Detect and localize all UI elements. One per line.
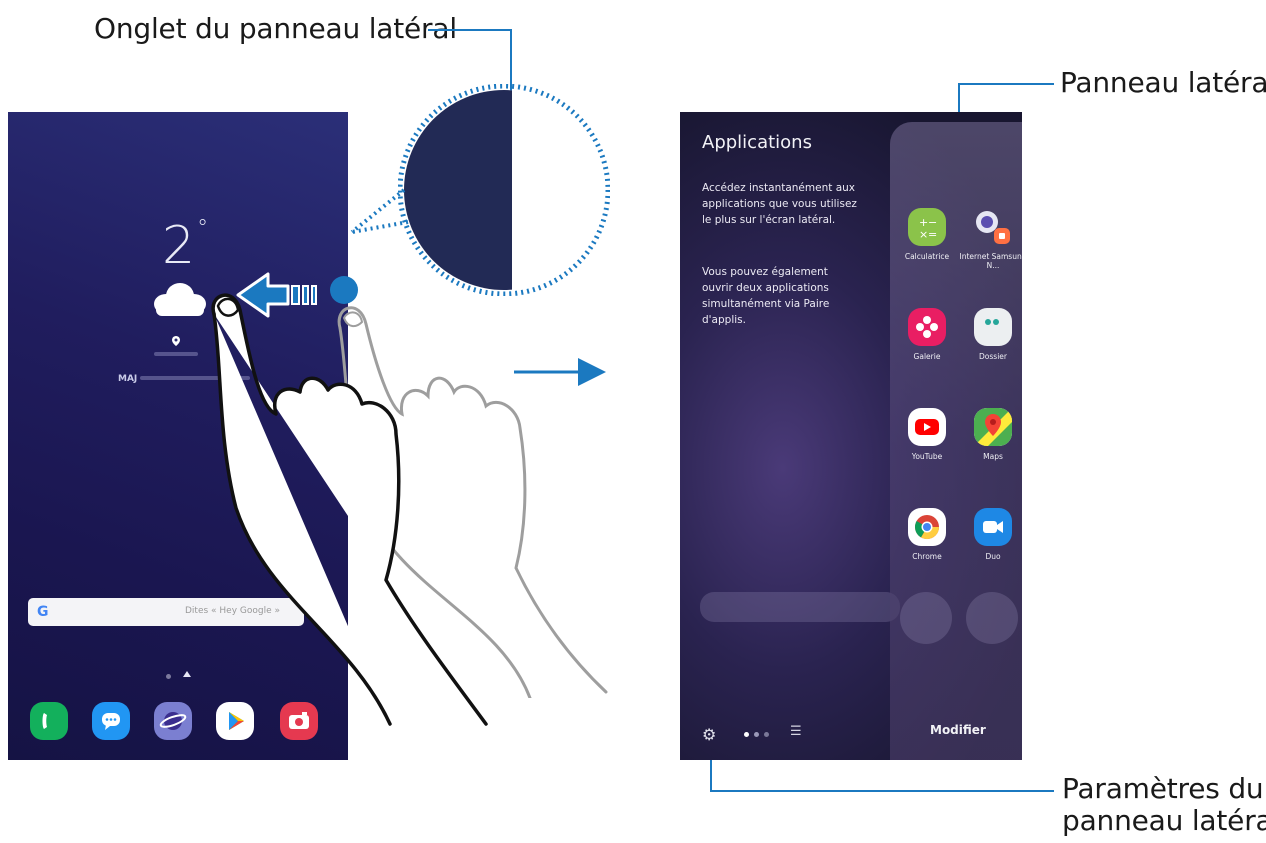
page-indicator-dot <box>166 674 171 679</box>
app-youtube[interactable]: YouTube <box>890 408 964 461</box>
edge-panel-callout: Panneau latéral <box>1060 66 1266 99</box>
chrome-icon <box>908 508 946 546</box>
app-label: Duo <box>985 552 1001 561</box>
folder-icon <box>974 308 1012 346</box>
page-dot-active <box>744 732 749 737</box>
messages-app-icon[interactable] <box>92 702 130 740</box>
maps-icon <box>974 408 1012 446</box>
panel-description-2: Vous pouvez également ouvrir deux applic… <box>702 266 830 326</box>
app-label: Internet Samsung N... <box>959 252 1022 270</box>
settings-leader-horizontal <box>710 790 1054 792</box>
app-label: Galerie <box>913 352 941 361</box>
list-icon[interactable]: ☰ <box>790 724 802 739</box>
panel-title: Applications <box>702 132 812 153</box>
app-label: Maps <box>983 452 1003 461</box>
gallery-icon <box>908 308 946 346</box>
hand-outline-black <box>211 293 488 726</box>
edge-panel-screen: Applications Accédez instantanément aux … <box>680 112 1022 760</box>
svg-text:×: × <box>919 228 928 241</box>
settings-callout-line2: panneau latéral <box>1062 804 1266 837</box>
weather-temperature: 2° <box>162 216 209 276</box>
app-calculator[interactable]: + − × = Calculatrice <box>890 208 964 261</box>
app-chrome[interactable]: Chrome <box>890 508 964 561</box>
update-label: MAJ <box>118 374 138 384</box>
app-maps[interactable]: Maps <box>956 408 1022 461</box>
app-label: Calculatrice <box>904 252 950 261</box>
app-internet[interactable]: Internet Samsung N... <box>956 208 1022 270</box>
app-label: Dossier <box>979 352 1007 361</box>
youtube-icon <box>908 408 946 446</box>
edge-tab-magnifier <box>398 84 610 296</box>
phone-app-icon[interactable] <box>30 702 68 740</box>
samsung-internet-icon[interactable] <box>154 702 192 740</box>
blurred-shortcut-bar <box>700 592 900 622</box>
duo-icon <box>974 508 1012 546</box>
gear-icon[interactable]: ⚙ <box>702 725 716 744</box>
blurred-pair-slot <box>900 592 952 644</box>
location-icon <box>172 336 180 346</box>
app-gallery[interactable]: Galerie <box>890 308 964 361</box>
edge-tab-callout: Onglet du panneau latéral <box>94 12 457 45</box>
app-label: Chrome <box>912 552 942 561</box>
app-label: YouTube <box>911 452 943 461</box>
svg-text:=: = <box>928 228 937 241</box>
edge-tab-leader-horizontal <box>428 29 512 31</box>
settings-callout-line1: Paramètres du <box>1062 772 1264 805</box>
page-dot <box>754 732 759 737</box>
home-indicator-icon <box>183 671 191 677</box>
internet-icon <box>974 208 1012 246</box>
edge-panel-leader-horizontal <box>958 83 1054 85</box>
calculator-icon: + − × = <box>908 208 946 246</box>
edge-panel[interactable]: + − × = Calculatrice Internet Samsung N... … <box>890 122 1022 760</box>
magnifier-pointer-lines <box>350 188 409 234</box>
page-dot <box>764 732 769 737</box>
blurred-pair-slot <box>966 592 1018 644</box>
edit-button[interactable]: Modifier <box>930 723 986 737</box>
location-name-blurred <box>154 352 198 356</box>
transition-arrow <box>514 358 606 386</box>
google-logo: G <box>37 604 49 620</box>
panel-description-1: Accédez instantanément aux applications … <box>702 182 857 226</box>
app-folder[interactable]: Dossier <box>956 308 1022 361</box>
app-duo[interactable]: Duo <box>956 508 1022 561</box>
